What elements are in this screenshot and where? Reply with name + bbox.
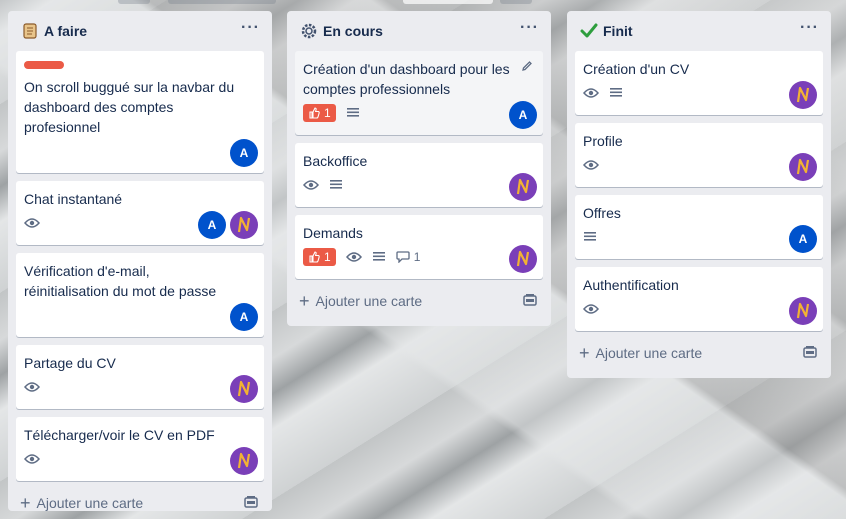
member-avatar[interactable]: A xyxy=(230,139,258,167)
list-menu-icon[interactable]: ··· xyxy=(241,19,260,37)
list-en-cours: En cours ··· Création d'un dashboard pou… xyxy=(287,11,551,326)
list-title[interactable]: En cours xyxy=(323,23,383,39)
top-strip xyxy=(0,0,846,4)
list-title[interactable]: Finit xyxy=(603,23,633,39)
list-menu-icon[interactable]: ··· xyxy=(800,19,819,37)
member-avatar-n-icon[interactable] xyxy=(789,81,817,109)
description-icon xyxy=(329,179,343,191)
card-title: On scroll buggué sur la navbar du dashbo… xyxy=(24,79,235,135)
list-menu-icon[interactable]: ··· xyxy=(520,19,539,37)
pencil-icon[interactable] xyxy=(521,59,533,77)
card-template-icon[interactable] xyxy=(244,495,258,512)
card[interactable]: Vérification d'e-mail, réinitialisation … xyxy=(16,253,264,337)
add-card-button[interactable]: + Ajouter une carte xyxy=(295,287,543,315)
card[interactable]: Chat instantané A xyxy=(16,181,264,245)
card[interactable]: Demands 1 1 xyxy=(295,215,543,279)
member-avatar-n-icon[interactable] xyxy=(230,375,258,403)
member-avatar-n-icon[interactable] xyxy=(509,245,537,273)
comment-count: 1 xyxy=(413,250,421,264)
member-avatar-n-icon[interactable] xyxy=(789,297,817,325)
member-avatar-n-icon[interactable] xyxy=(230,211,258,239)
member-avatar[interactable]: A xyxy=(509,101,537,129)
eye-icon xyxy=(24,453,40,465)
card[interactable]: Offres A xyxy=(575,195,823,259)
card-title: Vérification d'e-mail, réinitialisation … xyxy=(24,263,217,299)
card-title: Offres xyxy=(583,205,621,221)
list-header: Finit ··· xyxy=(575,11,823,51)
card-title: Profile xyxy=(583,133,623,149)
checkmark-icon xyxy=(579,21,599,41)
description-icon xyxy=(609,87,623,99)
add-card-label: Ajouter une carte xyxy=(315,293,423,309)
member-avatar[interactable]: A xyxy=(230,303,258,331)
member-avatar[interactable]: A xyxy=(789,225,817,253)
eye-icon xyxy=(583,159,599,171)
description-icon xyxy=(372,251,386,263)
add-card-button[interactable]: + Ajouter une carte xyxy=(16,489,264,517)
thumbs-up-icon xyxy=(309,251,320,263)
list-title[interactable]: A faire xyxy=(44,23,87,39)
eye-icon xyxy=(583,303,599,315)
description-icon xyxy=(346,107,360,119)
card-title: Demands xyxy=(303,225,363,241)
vote-count: 1 xyxy=(324,250,331,264)
card-title: Authentification xyxy=(583,277,679,293)
card-title: Chat instantané xyxy=(24,191,123,207)
card[interactable]: On scroll buggué sur la navbar du dashbo… xyxy=(16,51,264,173)
card-label-red[interactable] xyxy=(24,61,64,69)
card[interactable]: Création d'un CV xyxy=(575,51,823,115)
member-avatar-n-icon[interactable] xyxy=(509,173,537,201)
eye-icon xyxy=(24,217,40,229)
card-title: Télécharger/voir le CV en PDF xyxy=(24,427,215,443)
card[interactable]: Profile xyxy=(575,123,823,187)
eye-icon xyxy=(303,179,319,191)
card-template-icon[interactable] xyxy=(803,345,817,362)
card[interactable]: Authentification xyxy=(575,267,823,331)
list-header: A faire ··· xyxy=(16,11,264,51)
list-header: En cours ··· xyxy=(295,11,543,51)
card-title: Partage du CV xyxy=(24,355,116,371)
card[interactable]: Télécharger/voir le CV en PDF xyxy=(16,417,264,481)
add-card-button[interactable]: + Ajouter une carte xyxy=(575,339,823,367)
member-avatar-n-icon[interactable] xyxy=(789,153,817,181)
plus-icon: + xyxy=(579,343,590,363)
description-icon xyxy=(583,231,597,243)
vote-badge[interactable]: 1 xyxy=(303,248,336,266)
list-finit: Finit ··· Création d'un CV Profile Offre… xyxy=(567,11,831,378)
card-template-icon[interactable] xyxy=(523,293,537,310)
gear-icon xyxy=(299,21,319,41)
add-card-label: Ajouter une carte xyxy=(36,495,144,511)
comment-badge: 1 xyxy=(396,250,421,264)
vote-badge[interactable]: 1 xyxy=(303,104,336,122)
eye-icon xyxy=(24,381,40,393)
eye-icon xyxy=(345,251,362,263)
thumbs-up-icon xyxy=(309,107,320,119)
card[interactable]: Création d'un dashboard pour les comptes… xyxy=(295,51,543,135)
plus-icon: + xyxy=(20,493,31,513)
scroll-icon xyxy=(20,21,40,41)
member-avatar-n-icon[interactable] xyxy=(230,447,258,475)
vote-count: 1 xyxy=(324,106,331,120)
card-title: Backoffice xyxy=(303,153,368,169)
list-a-faire: A faire ··· On scroll buggué sur la navb… xyxy=(8,11,272,512)
card-title: Création d'un CV xyxy=(583,61,690,77)
comment-icon xyxy=(396,251,410,263)
add-card-label: Ajouter une carte xyxy=(595,345,703,361)
member-avatar[interactable]: A xyxy=(198,211,226,239)
card[interactable]: Backoffice xyxy=(295,143,543,207)
card-title: Création d'un dashboard pour les comptes… xyxy=(303,61,510,97)
card[interactable]: Partage du CV xyxy=(16,345,264,409)
plus-icon: + xyxy=(299,291,310,311)
eye-icon xyxy=(583,87,599,99)
